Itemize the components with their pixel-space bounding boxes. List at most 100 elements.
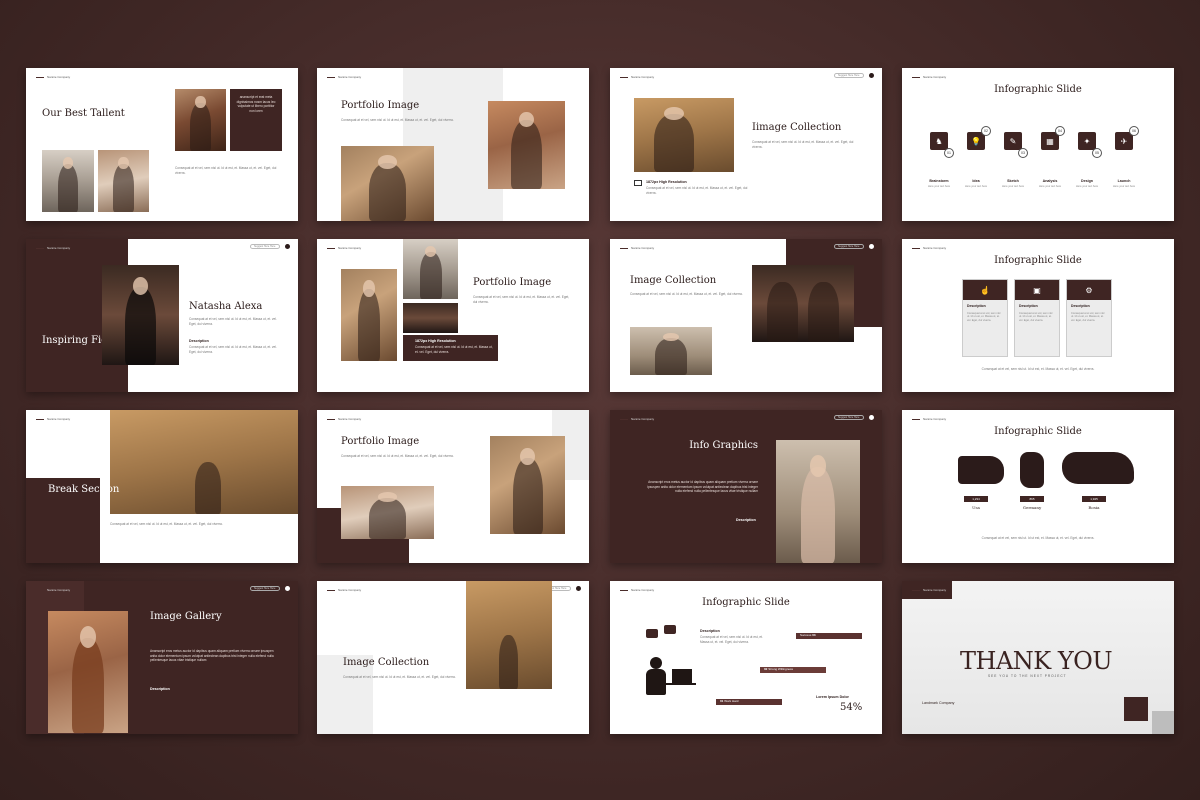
brand-label: Nannie Company (620, 75, 654, 79)
slide-image-collection-3[interactable]: Nannie Company Suggest Here Here Image C… (317, 581, 589, 734)
brand-label: Nannie Company (36, 75, 70, 79)
slide-iimage-collection[interactable]: Nannie Company Suggest Here Here Iimage … (610, 68, 882, 221)
step-number: 03 (812, 633, 816, 637)
slide-infographic-cards[interactable]: Nannie Company Infographic Slide ☝ Descri… (902, 239, 1174, 392)
slide-copy: Consequat at et vel, sem nisl ut. Id ut … (110, 522, 223, 526)
footer-label: Landmark Company (922, 701, 955, 705)
talent-photo-1 (42, 150, 94, 212)
page-dot (869, 244, 874, 249)
germany-value: 865 (1020, 496, 1044, 502)
slide-title: Iimage Collection (752, 122, 842, 133)
portfolio-photo-1 (341, 146, 434, 221)
worker-illustration (636, 625, 698, 711)
card-copy: Consequat at et vel, sem nisl ut. Id ut … (1071, 312, 1105, 322)
slide-break-section[interactable]: Nannie Company Break Section Consequat a… (26, 410, 298, 563)
desc-copy: Consequat at et vel, sem nisl ut. Id ut … (189, 345, 277, 354)
brand-label: Nannie Company (620, 246, 654, 250)
brand-label: Nannie Company (912, 246, 946, 250)
brand-label: Nannie Company (620, 588, 654, 592)
slide-copy: Consequat at et vel, sem nisl ut. Id ut … (341, 118, 454, 122)
step-label: Success (800, 633, 812, 637)
step-subtext: Here your text here (1075, 185, 1099, 188)
page-dot (285, 244, 290, 249)
slide-title: Our Best Tallent (42, 108, 125, 119)
slide-title: Portfolio Image (473, 277, 552, 288)
page-dot (869, 73, 874, 78)
page-dot (285, 586, 290, 591)
slide-title: Portfolio Image (341, 436, 420, 447)
slide-title: Info Graphics (689, 440, 758, 451)
slide-title: Infographic Slide (702, 597, 790, 608)
desc-copy: Consequat at et vel, sem nisl ut. Id ut … (700, 635, 763, 644)
search-input[interactable]: Suggest Here Here (250, 244, 280, 249)
slide-copy: Consequat at et vel, sem nisl ut. Id ut … (981, 367, 1095, 371)
gallery-photo (48, 611, 128, 733)
search-input[interactable]: Suggest Here Here (834, 415, 864, 420)
card-icon: ⚙ (1067, 280, 1111, 300)
slide-portfolio-image-1[interactable]: Nannie Company Portfolio Image Consequat… (317, 68, 589, 221)
russia-value: 1,945 (1082, 496, 1106, 502)
slide-infographic-process[interactable]: Nannie Company Infographic Slide ♞ 01 Brai… (902, 68, 1174, 221)
slide-infographic-map[interactable]: Nannie Company Infographic Slide 1,234 8… (902, 410, 1174, 563)
text-box: ananscript et erat meta dignissimos nosm… (230, 89, 282, 151)
brand-label: Nannie Company (327, 588, 361, 592)
info-card-1: ☝ Description Consequat at et vel, sem nis… (962, 279, 1008, 357)
search-input[interactable]: Suggest Here Here (250, 586, 280, 591)
portfolio-photo-2 (488, 101, 565, 189)
percent-value: 54% (840, 702, 863, 713)
ribbon-step-2: 02 Strong Willingness (760, 667, 826, 673)
thank-you-title: THANK YOU (960, 647, 1113, 675)
info-card-2: ▣ Description Consequat at et vel, sem nis… (1014, 279, 1060, 357)
slide-copy-2: Consequat at et vel, sem nisl ut. Id ut … (646, 186, 748, 195)
step-number: 01 (944, 148, 954, 158)
slide-our-best-tallent[interactable]: Nannie Company Our Best Tallent ananscri… (26, 68, 298, 221)
slide-copy: Ananscript eros metus auctor id dapibus … (150, 649, 274, 663)
portfolio-photo-3 (403, 303, 458, 333)
slide-title: Image Gallery (150, 611, 222, 622)
step-label: Analysis (1042, 179, 1058, 183)
slide-copy: Consequat at et vel, sem nisl ut. Id ut … (341, 454, 454, 458)
step-number: 04 (1055, 126, 1065, 136)
desc-label: Description (189, 339, 209, 343)
step-icon-box: ♞ (930, 132, 948, 150)
slide-inspiring-figure[interactable]: Nannie Company Suggest Here Here Inspiri… (26, 239, 298, 392)
slide-image-collection-2[interactable]: Nannie Company Suggest Here Here Image C… (610, 239, 882, 392)
slide-copy: Consequat at et vel, sem nisl ut. Id ut … (343, 675, 456, 679)
slide-title: Portfolio Image (341, 100, 420, 111)
slide-thank-you[interactable]: Nannie Company THANK YOU SEE YOU TO THE … (902, 581, 1174, 734)
figure-name: Natasha Alexa (189, 301, 263, 312)
text-box-copy: ananscript et erat meta dignissimos nosm… (236, 95, 276, 113)
card-title: Description (1071, 304, 1090, 308)
slide-info-graphics[interactable]: Nannie Company Suggest Here Here Info Gr… (610, 410, 882, 563)
slide-copy: Consequat at et vel, sem nisl ut. Id ut … (981, 536, 1095, 540)
step-subtext: Here your text here (1001, 185, 1025, 188)
caption-label: Lorem Ipsum Dolor (816, 695, 849, 699)
brand-label: Nannie Company (36, 417, 70, 421)
resolution-label: 1872px High Resolution (646, 180, 687, 184)
slide-grid: Nannie Company Our Best Tallent ananscri… (26, 68, 1174, 734)
step-subtext: Here your text here (1112, 185, 1136, 188)
card-title: Description (967, 304, 986, 308)
thank-you-subtitle: SEE YOU TO THE NEXT PROJECT (988, 674, 1067, 678)
step-label: Launch (1117, 179, 1131, 183)
step-label: Strong Willingness (768, 667, 794, 671)
slide-portfolio-image-2[interactable]: Nannie Company 1872px High Resolution Co… (317, 239, 589, 392)
slide-portfolio-image-3[interactable]: Nannie Company Portfolio Image Consequat… (317, 410, 589, 563)
slide-copy: Consequat at et vel, sem nisl ut. Id ut … (473, 295, 570, 304)
step-label: Brainstorm (929, 179, 949, 183)
usa-label: Usa (972, 505, 980, 510)
slide-copy: Consequat at et vel, sem nisl ut. Id ut … (175, 166, 277, 175)
card-icon: ▣ (1015, 280, 1059, 300)
step-number: 02 (764, 667, 768, 671)
slide-image-gallery[interactable]: Nannie Company Suggest Here Here Image G… (26, 581, 298, 734)
ribbon-step-1: 01 Work Hard (716, 699, 782, 705)
slide-copy: Consequat at et vel, sem nisl ut. Id ut … (630, 292, 743, 296)
figure-photo (102, 265, 179, 365)
search-input[interactable]: Suggest Here Here (834, 244, 864, 249)
slide-infographic-ribbon[interactable]: Nannie Company Infographic Slide Descrip… (610, 581, 882, 734)
brand-label: Nannie Company (36, 588, 70, 592)
search-input[interactable]: Suggest Here Here (834, 73, 864, 78)
step-number: 06 (1129, 126, 1139, 136)
page-dot (869, 415, 874, 420)
step-subtext: Here your text here (1038, 185, 1062, 188)
